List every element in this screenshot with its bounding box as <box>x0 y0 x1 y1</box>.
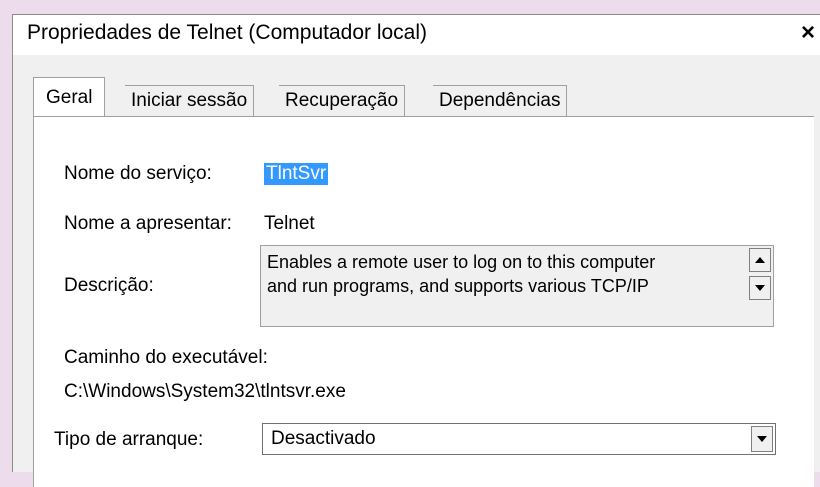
tab-geral[interactable]: Geral <box>33 77 106 118</box>
scroll-up-button[interactable] <box>749 248 771 272</box>
description-field[interactable]: Enables a remote user to log on to this … <box>260 245 774 327</box>
description-label: Descrição: <box>64 275 154 296</box>
general-tab-panel: Nome do serviço: TlntSvr Nome a apresent… <box>33 116 814 487</box>
display-name-value[interactable]: Telnet <box>264 213 315 235</box>
exe-path-value[interactable]: C:\Windows\System32\tlntsvr.exe <box>64 381 346 403</box>
startup-type-value: Desactivado <box>271 428 376 449</box>
description-line: and run programs, and supports various T… <box>267 276 649 296</box>
scroll-down-arrow-icon <box>755 285 765 291</box>
service-name-value[interactable]: TlntSvr <box>264 163 329 185</box>
tab-label: Recuperação <box>285 90 399 111</box>
tab-label: Dependências <box>439 90 561 111</box>
tab-label: Geral <box>46 87 93 108</box>
tab-recuperacao[interactable]: Recuperação <box>279 85 406 116</box>
window-title: Propriedades de Telnet (Computador local… <box>27 21 428 44</box>
title-bar: Propriedades de Telnet (Computador local… <box>13 15 820 55</box>
tab-iniciar-sessao[interactable]: Iniciar sessão <box>125 85 255 116</box>
description-scrollbar[interactable] <box>749 248 771 324</box>
service-name-label: Nome do serviço: <box>64 163 212 184</box>
startup-type-select[interactable]: Desactivado <box>262 423 776 455</box>
tab-label: Iniciar sessão <box>131 90 248 111</box>
display-name-label: Nome a apresentar: <box>64 213 232 234</box>
close-button[interactable]: × <box>796 19 820 47</box>
properties-dialog: Propriedades de Telnet (Computador local… <box>12 14 820 487</box>
scroll-down-button[interactable] <box>749 276 771 300</box>
tab-dependencias[interactable]: Dependências <box>433 85 568 116</box>
startup-type-dropdown-button[interactable] <box>751 426 773 452</box>
startup-type-label: Tipo de arranque: <box>54 429 204 450</box>
description-text[interactable]: Enables a remote user to log on to this … <box>267 250 745 298</box>
dropdown-arrow-icon <box>757 436 767 442</box>
description-line: Enables a remote user to log on to this … <box>267 252 656 272</box>
scroll-up-arrow-icon <box>755 257 765 263</box>
exe-path-label: Caminho do executável: <box>64 347 268 368</box>
